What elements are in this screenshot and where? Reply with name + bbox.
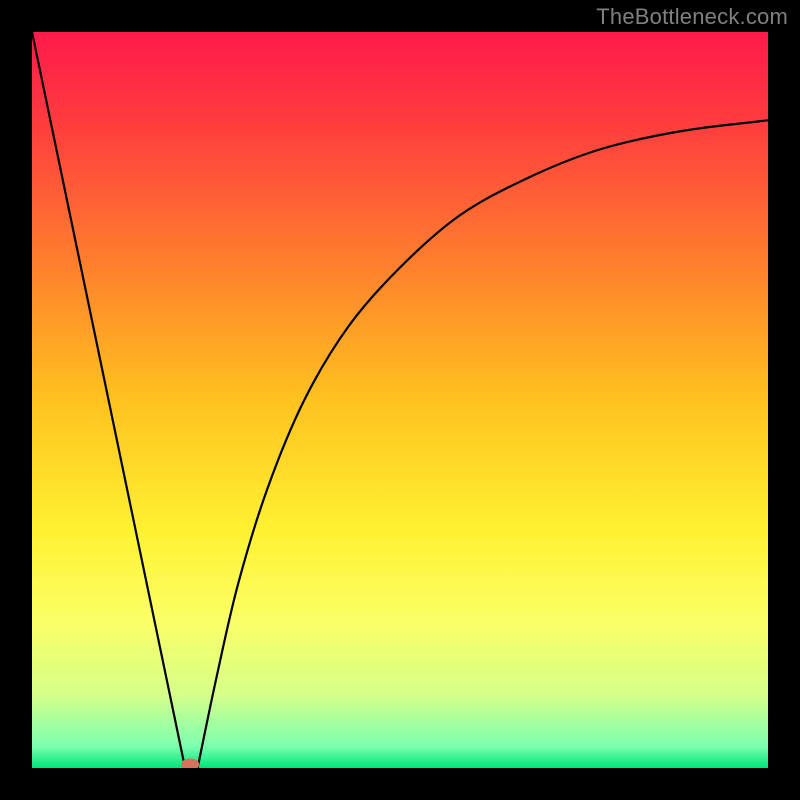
watermark-text: TheBottleneck.com [596,4,788,30]
plot-area [32,32,768,768]
chart-svg [32,32,768,768]
chart-frame: TheBottleneck.com [0,0,800,800]
gradient-background [32,32,768,768]
